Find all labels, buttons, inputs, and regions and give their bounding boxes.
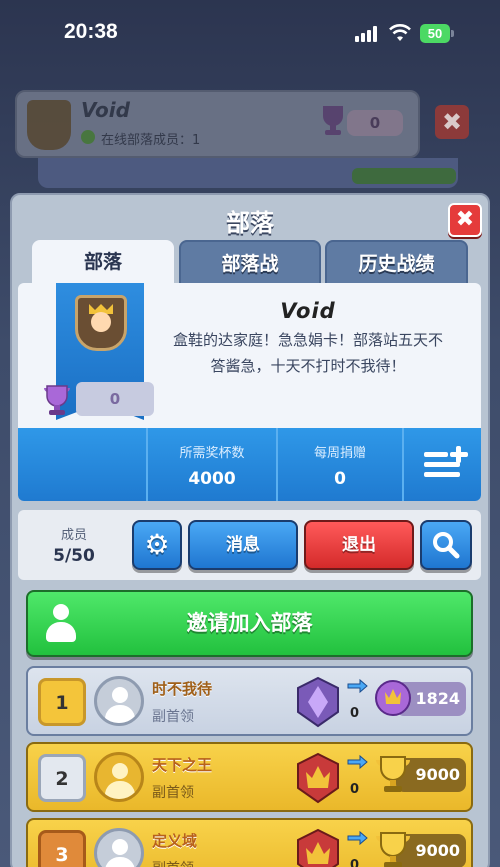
menu-add-icon [424, 446, 468, 480]
close-button[interactable]: ✖ [448, 203, 482, 237]
status-bar: 20:38 50 [0, 0, 500, 68]
member-rank: 2 [38, 754, 86, 802]
background-clan-card: Void 在线部落成员：1 0 [15, 90, 420, 158]
required-trophies-label: 所需奖杯数 [179, 446, 245, 461]
trophy-icon [375, 680, 411, 716]
modal-title: 部落 [226, 209, 274, 237]
trophy-icon [44, 385, 70, 415]
donate-icon [347, 678, 368, 694]
members-count: 5/50 [53, 546, 95, 566]
required-trophies: 所需奖杯数 4000 [146, 428, 276, 501]
member-name: 时不我待 [152, 680, 213, 698]
required-trophies-value: 4000 [188, 469, 236, 489]
member-row[interactable]: 1 时不我待 副首领 0 1824 [26, 666, 473, 736]
tab-clan-war[interactable]: 部落战 [179, 240, 321, 285]
league-icon [297, 752, 339, 804]
donate-icon [347, 754, 368, 770]
member-donations: 0 [350, 782, 360, 797]
search-button[interactable] [420, 520, 472, 570]
member-role: 副首领 [152, 858, 194, 867]
trophy-icon [323, 106, 343, 135]
member-rank: 1 [38, 678, 86, 726]
gear-icon: ⚙ [144, 528, 170, 561]
invite-label: 邀请加入部落 [186, 611, 313, 635]
member-name: 定义域 [152, 832, 198, 850]
member-donations: 0 [350, 706, 360, 721]
league-icon [297, 828, 339, 867]
settings-button[interactable]: ⚙ [132, 520, 182, 570]
trophy-icon [376, 832, 410, 867]
clan-description: 盒鞋的达家庭！急急娟卡！部落站五天不答酱急，十天不打时不我待！ [172, 331, 443, 375]
clan-badge-icon [27, 100, 71, 150]
background-trophy-count: 0 [347, 110, 403, 136]
clan-name: Void [280, 299, 336, 323]
weekly-donations: 每周捐赠 0 [276, 428, 402, 501]
weekly-donations-value: 0 [334, 469, 346, 489]
member-name: 天下之王 [152, 756, 213, 774]
member-role: 副首领 [152, 785, 194, 801]
avatar [94, 828, 144, 867]
member-row[interactable]: 3 定义域 副首领 0 9000 [26, 818, 473, 867]
online-dot-icon [81, 130, 95, 144]
invite-button[interactable]: 邀请加入部落 [26, 590, 473, 657]
online-members-text: 在线部落成员：1 [101, 133, 201, 148]
weekly-donations-label: 每周捐赠 [313, 446, 366, 461]
menu-add-button[interactable] [402, 428, 481, 501]
member-rank: 3 [38, 830, 86, 867]
clan-info-panel: Void 盒鞋的达家庭！急急娟卡！部落站五天不答酱急，十天不打时不我待！ 0 所… [18, 283, 481, 501]
member-role: 副首领 [152, 709, 194, 725]
league-icon [297, 676, 339, 728]
wifi-icon [389, 24, 411, 41]
clan-stats-bar: 所需奖杯数 4000 每周捐赠 0 [18, 428, 481, 501]
messages-button[interactable]: 消息 [188, 520, 298, 570]
leave-clan-button[interactable]: 退出 [304, 520, 414, 570]
battery-icon: 50 [420, 24, 454, 43]
person-icon [46, 604, 76, 644]
donate-icon [347, 830, 368, 846]
clan-trophy-count: 0 [76, 382, 154, 416]
clan-badge-icon [75, 295, 127, 351]
background-green-strip [352, 168, 456, 184]
tab-war-history[interactable]: 历史战绩 [325, 240, 468, 285]
trophy-icon [376, 756, 410, 792]
search-icon [433, 532, 460, 559]
tab-clan[interactable]: 部落 [32, 240, 174, 288]
background-clan-name: Void [81, 98, 130, 122]
avatar [94, 752, 144, 802]
avatar [94, 676, 144, 726]
member-row[interactable]: 2 天下之王 副首领 0 9000 [26, 742, 473, 812]
signal-icon [355, 25, 381, 42]
clock: 20:38 [64, 20, 118, 43]
background-close-icon: ✖ [435, 105, 469, 139]
members-label: 成员 [60, 528, 87, 543]
member-donations: 0 [350, 858, 360, 867]
